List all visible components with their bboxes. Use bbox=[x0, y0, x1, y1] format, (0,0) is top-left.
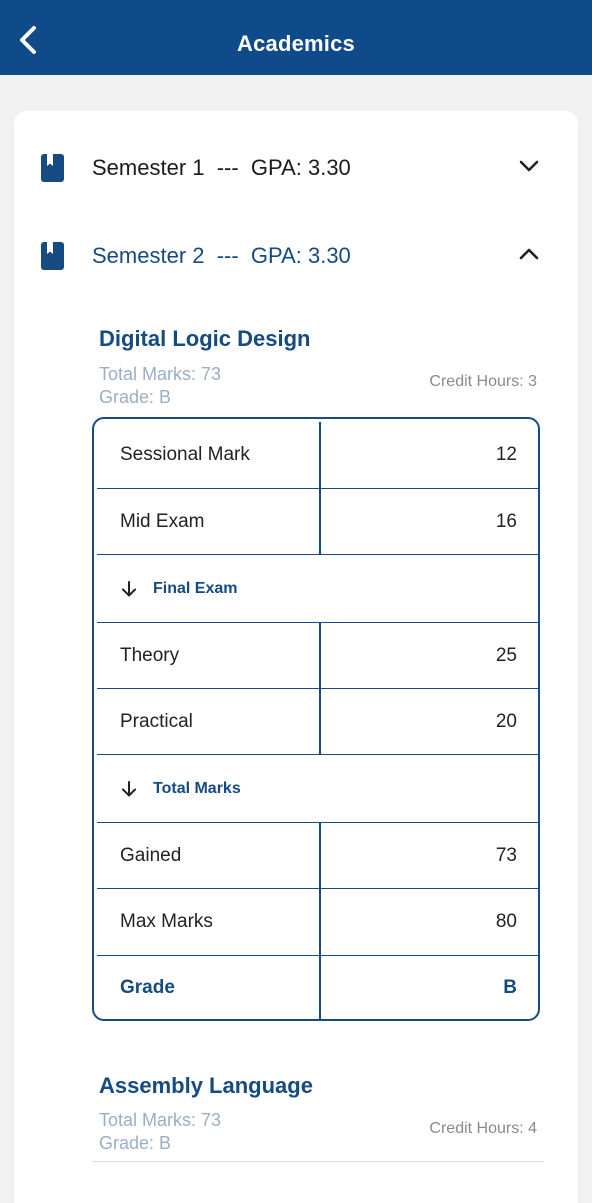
semester-2-title: Semester 2 --- GPA: 3.30 bbox=[92, 243, 351, 268]
row-value: 73 bbox=[495, 844, 517, 866]
table-row: Practical 20 bbox=[97, 689, 538, 755]
page-title: Academics bbox=[237, 31, 355, 56]
table-row: Max Marks 80 bbox=[97, 889, 538, 956]
semester-1-row[interactable]: Semester 1 --- GPA: 3.30 bbox=[14, 136, 578, 196]
row-label: Max Marks bbox=[120, 911, 213, 932]
row-value: 25 bbox=[495, 644, 517, 666]
arrow-down-icon bbox=[122, 580, 136, 596]
chevron-down-icon[interactable] bbox=[518, 158, 540, 174]
section-header-total-marks: Total Marks bbox=[97, 755, 538, 823]
table-row: Sessional Mark 12 bbox=[97, 422, 538, 489]
course-total-marks: Total Marks: 73 bbox=[99, 364, 222, 384]
course-credit-hours: Credit Hours: 3 bbox=[429, 373, 537, 390]
column-divider bbox=[319, 623, 321, 688]
column-divider bbox=[319, 489, 321, 554]
course-title: Assembly Language bbox=[99, 1073, 313, 1098]
app-bar: Academics bbox=[0, 0, 592, 75]
table-row: Mid Exam 16 bbox=[97, 489, 538, 555]
column-divider bbox=[319, 956, 321, 1019]
section-header-final-exam: Final Exam bbox=[97, 555, 538, 623]
marks-table: Sessional Mark 12 Mid Exam 16 Final Exam… bbox=[92, 417, 540, 1021]
row-value: 80 bbox=[495, 911, 517, 932]
row-value: 16 bbox=[495, 510, 517, 532]
row-label: Grade bbox=[120, 976, 175, 998]
course-grade: Grade: B bbox=[99, 1133, 172, 1153]
row-value: B bbox=[503, 976, 517, 998]
chevron-up-icon[interactable] bbox=[518, 246, 540, 262]
section-label: Final Exam bbox=[153, 579, 238, 597]
row-value: 20 bbox=[495, 710, 517, 732]
course-credit-hours: Credit Hours: 4 bbox=[429, 1120, 537, 1137]
semester-list-card: Semester 1 --- GPA: 3.30 Semester 2 --- … bbox=[14, 111, 578, 1203]
column-divider bbox=[319, 889, 321, 955]
row-label: Theory bbox=[120, 644, 180, 666]
course-grade: Grade: B bbox=[99, 387, 172, 407]
row-value: 12 bbox=[495, 444, 517, 465]
table-row: Gained 73 bbox=[97, 823, 538, 889]
column-divider bbox=[319, 422, 321, 488]
arrow-down-icon bbox=[122, 780, 136, 796]
row-label: Gained bbox=[120, 844, 182, 866]
book-icon bbox=[41, 154, 64, 182]
course-title: Digital Logic Design bbox=[99, 326, 311, 351]
row-label: Mid Exam bbox=[120, 510, 205, 532]
column-divider bbox=[319, 823, 321, 888]
book-icon bbox=[41, 242, 64, 270]
semester-2-row[interactable]: Semester 2 --- GPA: 3.30 bbox=[14, 224, 578, 284]
course-total-marks: Total Marks: 73 bbox=[99, 1110, 222, 1130]
column-divider bbox=[319, 689, 321, 754]
section-label: Total Marks bbox=[153, 779, 241, 797]
table-row: Theory 25 bbox=[97, 623, 538, 689]
semester-1-title: Semester 1 --- GPA: 3.30 bbox=[92, 155, 351, 180]
divider bbox=[92, 1161, 544, 1162]
row-label: Sessional Mark bbox=[120, 444, 250, 465]
row-label: Practical bbox=[120, 710, 193, 732]
table-row-grade: Grade B bbox=[97, 956, 538, 1019]
